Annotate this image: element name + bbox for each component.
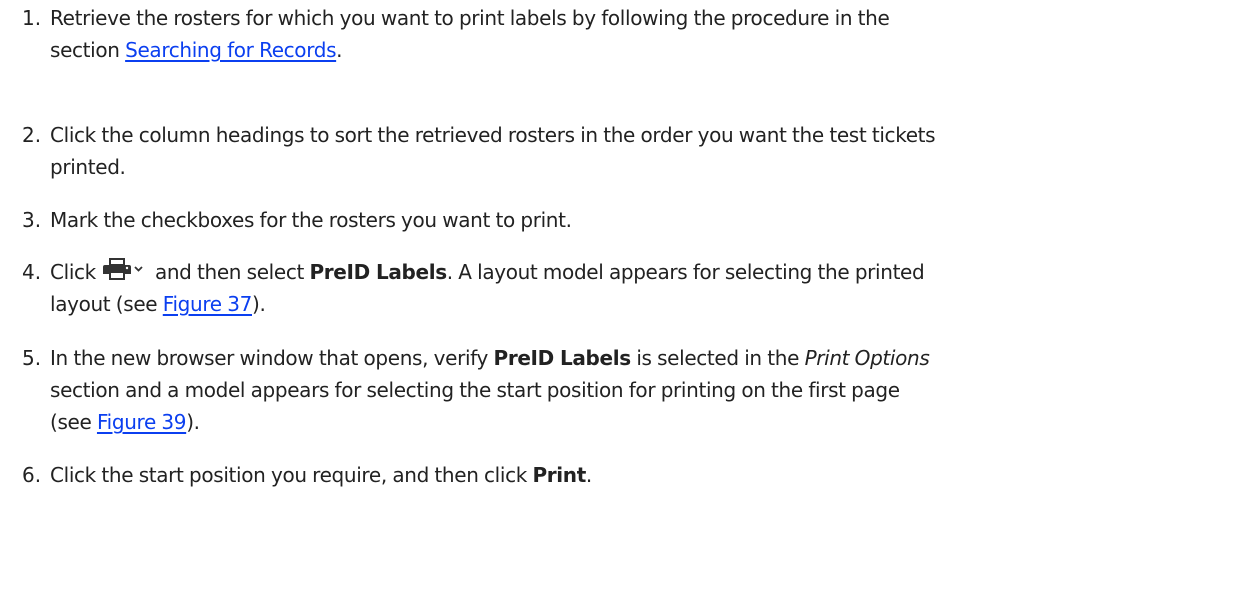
print-menu-button[interactable] [102,258,146,280]
step-text-segment: section [50,38,120,62]
step-text: Retrieve the rosters for which you want … [50,2,1255,66]
step-line: Click and then select PreID Labels. A la… [50,256,1255,288]
step-number: 5. [22,346,42,370]
step-text-segment: is selected in the [636,346,800,370]
step-text-segment: and then select [154,260,304,284]
step-line: layout (see Figure 37). [50,288,1255,320]
print-options-section-name: Print Options [804,346,930,370]
step-text-segment: Click [50,260,96,284]
step-text-segment: ). [186,410,200,434]
step-line: printed. [50,155,126,179]
step-text-segment: (see [50,410,92,434]
step-text-segment: . [585,463,592,487]
figure-39-link[interactable]: Figure 39 [97,410,187,434]
step-number: 2. [22,123,42,147]
step-line: In the new browser window that opens, ve… [50,342,1255,374]
step-number: 3. [22,208,42,232]
step-line: (see Figure 39). [50,406,1255,438]
step-text-segment: ). [252,292,266,316]
step-line: section Searching for Records. [50,34,1255,66]
step-text: In the new browser window that opens, ve… [50,342,1255,438]
step-line: Click the column headings to sort the re… [50,123,936,147]
step-line: Click the start position you require, an… [50,459,1255,491]
print-button-name: Print [532,463,586,487]
step-text-segment: layout (see [50,292,158,316]
step-text-segment: Click the start position you require, an… [50,463,527,487]
step-text-segment: In the new browser window that opens, ve… [50,346,488,370]
preid-labels-option: PreID Labels [309,260,447,284]
step-line: Retrieve the rosters for which you want … [50,6,890,30]
step-text-segment: . A layout model appears for selecting t… [446,260,925,284]
step-text: Mark the checkboxes for the rosters you … [50,204,1255,236]
step-number: 1. [22,6,42,30]
step-number: 4. [22,260,42,284]
chevron-down-icon [134,266,144,272]
step-line: section and a model appears for selectin… [50,378,900,402]
step-text: Click and then select PreID Labels. A la… [50,256,1255,320]
figure-37-link[interactable]: Figure 37 [163,292,253,316]
step-text: Click the column headings to sort the re… [50,119,1255,183]
printer-icon [103,258,144,280]
searching-for-records-link[interactable]: Searching for Records [125,38,336,62]
step-line: Mark the checkboxes for the rosters you … [50,208,572,232]
preid-labels-option: PreID Labels [493,346,632,370]
step-text: Click the start position you require, an… [50,459,1255,491]
step-number: 6. [22,463,42,487]
step-text-segment: . [336,38,343,62]
